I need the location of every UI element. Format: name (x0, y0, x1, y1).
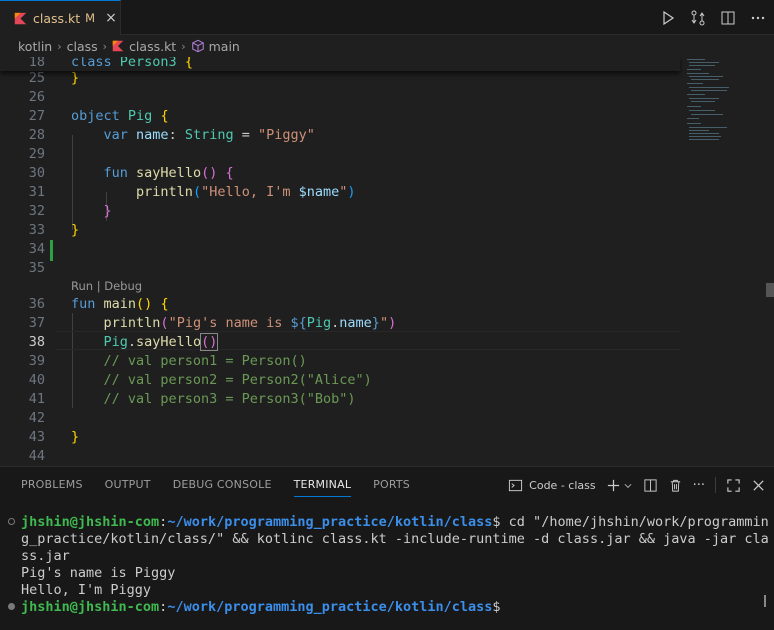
tab-filename: class.kt (33, 10, 81, 26)
terminal-name: Code - class (529, 478, 596, 492)
breadcrumb-kotlin[interactable]: kotlin (18, 39, 52, 54)
code-line: 43 } (28, 429, 80, 445)
tab-class-kt[interactable]: class.kt M × (0, 0, 121, 35)
code-line: 37 println("Pig's name is ${Pig.name}") (28, 315, 397, 331)
codelens-run-debug[interactable]: Run | Debug (71, 277, 142, 296)
close-panel-icon[interactable] (751, 478, 766, 493)
terminal-command-wrap: ss.jar (21, 548, 70, 564)
more-actions-icon[interactable] (750, 10, 766, 26)
editor-actions (660, 0, 766, 35)
code-line: 26 (28, 89, 45, 105)
split-terminal-icon[interactable] (643, 478, 658, 493)
kotlin-file-icon (112, 40, 124, 52)
code-editor[interactable]: 18 class Person3 { 25 } 26 27 object Pig… (0, 57, 774, 466)
terminal-command-wrap: g_practice/kotlin/class/" && kotlinc cla… (21, 531, 769, 547)
tab-ports[interactable]: PORTS (373, 467, 410, 503)
code-line: 32 } (28, 203, 112, 219)
breadcrumb: kotlin › class › class.kt › main (0, 35, 774, 57)
sticky-scroll-header[interactable]: 18 class Person3 { (0, 57, 680, 71)
editor-scrollbar-thumb[interactable] (766, 283, 774, 297)
new-terminal-plus-icon[interactable] (606, 478, 621, 493)
trash-icon[interactable] (668, 478, 683, 493)
kotlin-file-icon (14, 12, 27, 24)
code-line: 27 object Pig { (28, 108, 169, 124)
code-line: 25 } (28, 70, 80, 86)
run-icon[interactable] (660, 10, 676, 26)
code-line: 42 (28, 410, 45, 426)
chevron-right-icon: › (102, 39, 108, 53)
panel-actions: Code - class ··· (508, 467, 766, 503)
chevron-down-icon[interactable] (623, 478, 633, 493)
tab-problems[interactable]: PROBLEMS (21, 467, 83, 503)
code-line: 29 (28, 146, 45, 162)
tab-close-icon[interactable]: × (105, 10, 117, 26)
sticky-code-line: class Person3 { (71, 57, 193, 70)
code-line: 28 var name: String = "Piggy" (28, 127, 315, 143)
terminal-selector[interactable]: Code - class (508, 478, 596, 493)
code-line: 39 // val person1 = Person() (28, 353, 307, 369)
bottom-panel: PROBLEMS OUTPUT DEBUG CONSOLE TERMINAL P… (0, 466, 774, 630)
terminal-icon (509, 479, 523, 491)
method-cube-icon (191, 39, 204, 53)
code-line: 35 (28, 260, 45, 276)
code-line: 30 fun sayHello() { (28, 165, 234, 181)
tab-output[interactable]: OUTPUT (105, 467, 151, 503)
code-line: 33 } (28, 222, 80, 238)
terminal-output[interactable]: jhshin@jhshin-com:~/work/programming_pra… (21, 514, 769, 616)
terminal-command-line: jhshin@jhshin-com:~/work/programming_pra… (21, 514, 769, 530)
split-editor-icon[interactable] (720, 10, 736, 26)
maximize-panel-icon[interactable] (726, 478, 741, 493)
code-line: 31 println("Hello, I'm $name") (28, 184, 356, 200)
code-line: 38 Pig.sayHello() (28, 333, 219, 351)
terminal-prompt-line: jhshin@jhshin-com:~/work/programming_pra… (21, 599, 501, 615)
terminal-output-line: Hello, I'm Piggy (21, 582, 152, 598)
command-decoration-icon[interactable] (8, 603, 15, 610)
line-number: 18 (28, 57, 45, 70)
terminal-scrollbar-thumb[interactable] (764, 595, 766, 607)
code-line: 40 // val person2 = Person2("Alice") (28, 372, 372, 388)
chevron-right-icon: › (57, 39, 62, 53)
tab-modified-indicator: M (85, 11, 96, 25)
code-line: 44 (28, 448, 45, 464)
breadcrumb-symbol[interactable]: main (209, 39, 240, 54)
tab-debug-console[interactable]: DEBUG CONSOLE (173, 467, 272, 503)
command-decoration-icon[interactable] (8, 518, 15, 525)
code-line: 34 (28, 241, 45, 257)
breadcrumb-file[interactable]: class.kt (129, 39, 176, 54)
tab-terminal[interactable]: TERMINAL (293, 467, 352, 503)
terminal-output-line: Pig's name is Piggy (21, 565, 176, 581)
breadcrumb-class-folder[interactable]: class (67, 39, 98, 54)
code-line: 36 fun main() { (28, 296, 169, 312)
editor-tab-bar: class.kt M × (0, 0, 774, 35)
divider (715, 477, 716, 493)
panel-tabs: PROBLEMS OUTPUT DEBUG CONSOLE TERMINAL P… (0, 467, 432, 503)
code-line: 41 // val person3 = Person3("Bob") (28, 391, 356, 407)
minimap[interactable] (683, 57, 763, 147)
more-actions-icon[interactable]: ··· (693, 478, 705, 493)
compare-changes-icon[interactable] (690, 10, 706, 26)
chevron-right-icon: › (181, 39, 186, 53)
